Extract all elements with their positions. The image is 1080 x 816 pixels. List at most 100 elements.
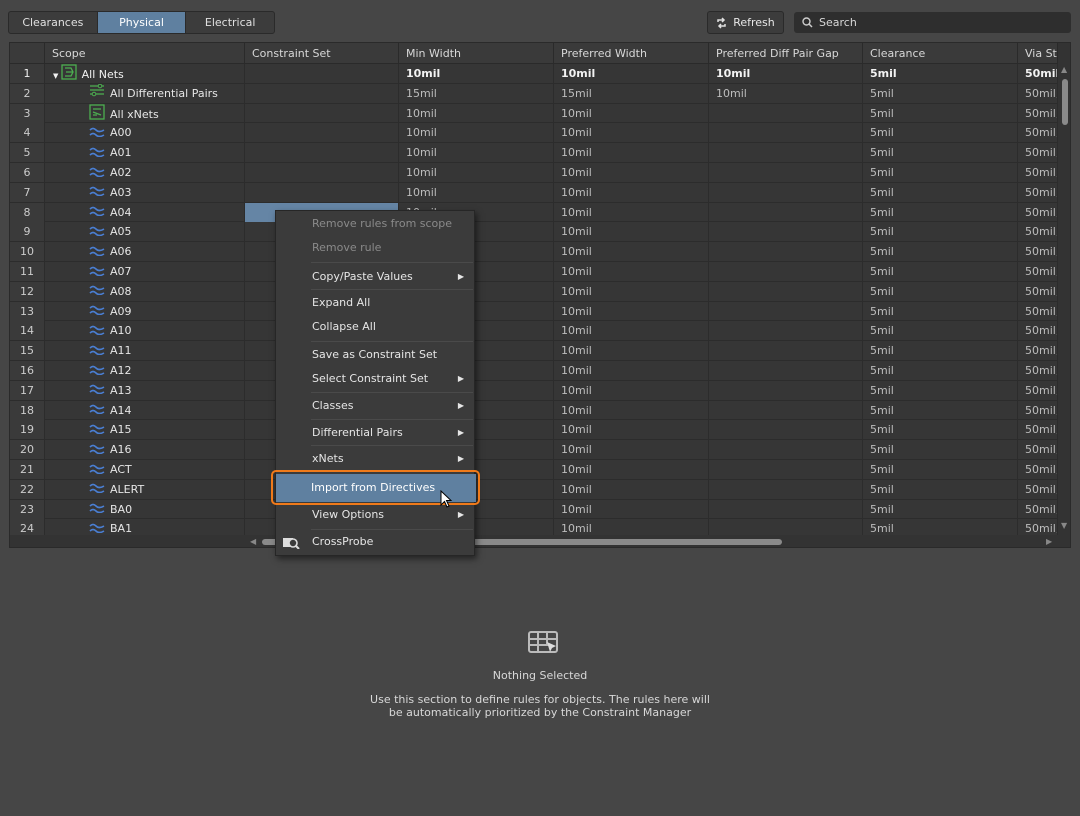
table-row[interactable]: 19A1510mil10mil5mil50mil, — [10, 420, 1058, 441]
cell-constraint-set[interactable] — [245, 163, 399, 182]
cell-via-style[interactable]: 50mil, — [1018, 182, 1058, 202]
cell-via-style[interactable]: 50mil, — [1018, 123, 1058, 143]
cell-preferred-diff-pair-gap[interactable] — [709, 281, 863, 301]
expand-toggle-icon[interactable]: ▼ — [53, 72, 61, 80]
cell-clearance[interactable]: 5mil — [863, 460, 1018, 479]
table-row[interactable]: 11A0710mil10mil5mil50mil, — [10, 262, 1058, 282]
cell-scope[interactable]: A13 — [45, 380, 245, 400]
tab-physical[interactable]: Physical — [97, 12, 187, 33]
column-header-preferred-diff-pair-gap[interactable]: Preferred Diff Pair Gap — [709, 43, 863, 64]
cell-clearance[interactable]: 5mil — [863, 123, 1018, 143]
cell-scope[interactable]: ACT — [45, 460, 245, 479]
cell-via-style[interactable]: 50mil, — [1018, 479, 1058, 499]
table-row[interactable]: 23BA010mil10mil5mil50mil, — [10, 499, 1058, 520]
cell-min-width[interactable]: 10mil — [399, 163, 554, 182]
scroll-up-icon[interactable]: ▲ — [1061, 65, 1067, 74]
cell-via-style[interactable]: 50mil, — [1018, 361, 1058, 380]
cell-preferred-diff-pair-gap[interactable]: 10mil — [709, 64, 863, 83]
cell-preferred-width[interactable]: 10mil — [554, 202, 709, 222]
cell-constraint-set[interactable] — [245, 123, 399, 143]
cell-preferred-diff-pair-gap[interactable] — [709, 440, 863, 460]
table-row[interactable]: 15A1110mil10mil5mil50mil, — [10, 341, 1058, 361]
cell-via-style[interactable]: 50mil, — [1018, 64, 1058, 83]
menu-item-collapse-all[interactable]: Collapse All — [277, 316, 474, 338]
cell-scope[interactable]: A12 — [45, 361, 245, 380]
cell-preferred-width[interactable]: 10mil — [554, 321, 709, 341]
cell-clearance[interactable]: 5mil — [863, 182, 1018, 202]
cell-scope[interactable]: A03 — [45, 182, 245, 202]
menu-item-differential-pairs[interactable]: Differential Pairs ▶ — [277, 422, 474, 444]
table-row[interactable]: 6 A02 10mil 10mil 5mil 50mil, — [10, 163, 1058, 183]
table-row[interactable]: 7 A03 10mil 10mil 5mil 50mil, — [10, 182, 1058, 203]
cell-scope[interactable]: ALERT — [45, 479, 245, 499]
cell-preferred-width[interactable]: 10mil — [554, 143, 709, 163]
menu-item-copy-paste-values[interactable]: Copy/Paste Values ▶ — [277, 266, 474, 288]
table-row[interactable]: 21ACT10mil10mil5mil50mil, — [10, 460, 1058, 480]
cell-min-width[interactable]: 10mil — [399, 143, 554, 163]
cell-preferred-diff-pair-gap[interactable] — [709, 479, 863, 499]
cell-preferred-diff-pair-gap[interactable] — [709, 222, 863, 242]
scroll-left-icon[interactable]: ◀ — [250, 537, 256, 546]
cell-clearance[interactable]: 5mil — [863, 440, 1018, 460]
cell-preferred-diff-pair-gap[interactable] — [709, 143, 863, 163]
cell-via-style[interactable]: 50mil, — [1018, 420, 1058, 440]
cell-via-style[interactable]: 50mil, — [1018, 222, 1058, 242]
cell-preferred-diff-pair-gap[interactable] — [709, 420, 863, 440]
cell-clearance[interactable]: 5mil — [863, 321, 1018, 341]
cell-preferred-width[interactable]: 10mil — [554, 64, 709, 83]
cell-constraint-set[interactable] — [245, 103, 399, 123]
cell-scope[interactable]: A10 — [45, 321, 245, 341]
cell-min-width[interactable]: 10mil — [399, 123, 554, 143]
tab-clearances[interactable]: Clearances — [9, 12, 98, 33]
table-row[interactable]: 8A0410mil10mil5mil50mil, — [10, 202, 1058, 223]
cell-preferred-diff-pair-gap[interactable] — [709, 182, 863, 202]
cell-clearance[interactable]: 5mil — [863, 103, 1018, 123]
cell-clearance[interactable]: 5mil — [863, 83, 1018, 103]
cell-preferred-width[interactable]: 10mil — [554, 262, 709, 281]
table-row[interactable]: 1▼ All Nets10mil10mil10mil5mil50mil, — [10, 64, 1058, 84]
table-row[interactable]: 3 All xNets 10mil 10mil 5mil 50mil, — [10, 103, 1058, 124]
tab-electrical[interactable]: Electrical — [186, 12, 274, 33]
cell-preferred-width[interactable]: 10mil — [554, 380, 709, 400]
menu-item-expand-all[interactable]: Expand All — [277, 292, 474, 314]
cell-preferred-width[interactable]: 10mil — [554, 222, 709, 242]
refresh-button[interactable]: Refresh — [707, 11, 784, 34]
column-header-via-style[interactable]: Via Sty — [1018, 43, 1058, 64]
table-row[interactable]: 12A0810mil10mil5mil50mil, — [10, 281, 1058, 302]
cell-via-style[interactable]: 50mil, — [1018, 460, 1058, 479]
cell-scope[interactable]: A15 — [45, 420, 245, 440]
cell-clearance[interactable]: 5mil — [863, 202, 1018, 222]
cell-preferred-diff-pair-gap[interactable] — [709, 321, 863, 341]
menu-item-save-as-constraint-set[interactable]: Save as Constraint Set — [277, 344, 474, 366]
cell-preferred-diff-pair-gap[interactable] — [709, 499, 863, 519]
cell-preferred-diff-pair-gap[interactable] — [709, 341, 863, 361]
column-header-row-number[interactable] — [10, 43, 45, 64]
cell-scope[interactable]: A02 — [45, 163, 245, 182]
cell-via-style[interactable]: 50mil, — [1018, 202, 1058, 222]
cell-clearance[interactable]: 5mil — [863, 400, 1018, 420]
cell-preferred-diff-pair-gap[interactable] — [709, 242, 863, 262]
vertical-scrollbar[interactable]: ▲ ▼ — [1058, 43, 1070, 535]
cell-clearance[interactable]: 5mil — [863, 163, 1018, 182]
cell-preferred-width[interactable]: 10mil — [554, 420, 709, 440]
cell-preferred-diff-pair-gap[interactable] — [709, 262, 863, 281]
table-row[interactable]: 4 A00 10mil 10mil 5mil 50mil, — [10, 123, 1058, 144]
cell-scope[interactable]: A00 — [45, 123, 245, 143]
cell-scope[interactable]: A01 — [45, 143, 245, 163]
cell-via-style[interactable]: 50mil, — [1018, 440, 1058, 460]
cell-preferred-width[interactable]: 10mil — [554, 499, 709, 519]
cell-clearance[interactable]: 5mil — [863, 420, 1018, 440]
cell-clearance[interactable]: 5mil — [863, 301, 1018, 321]
cell-via-style[interactable]: 50mil, — [1018, 163, 1058, 182]
cell-preferred-width[interactable]: 10mil — [554, 242, 709, 262]
cell-via-style[interactable]: 50mil, — [1018, 242, 1058, 262]
cell-scope[interactable]: All xNets — [45, 103, 245, 123]
table-row[interactable]: 18A1410mil10mil5mil50mil, — [10, 400, 1058, 421]
cell-preferred-width[interactable]: 15mil — [554, 83, 709, 103]
menu-item-remove-rule[interactable]: Remove rule — [277, 237, 474, 259]
cell-via-style[interactable]: 50mil, — [1018, 103, 1058, 123]
cell-via-style[interactable]: 50mil, — [1018, 341, 1058, 361]
table-row[interactable]: 5 A01 10mil 10mil 5mil 50mil, — [10, 143, 1058, 163]
cell-scope[interactable]: BA0 — [45, 499, 245, 519]
cell-preferred-width[interactable]: 10mil — [554, 281, 709, 301]
